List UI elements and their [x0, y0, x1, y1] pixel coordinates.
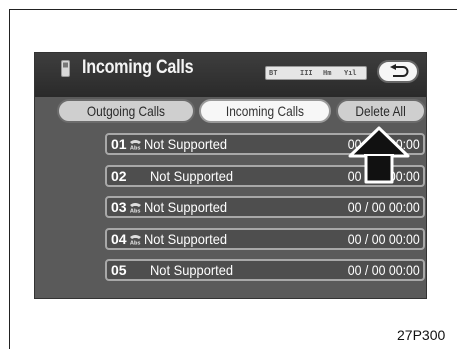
call-number: 05	[111, 262, 127, 278]
tab-incoming-calls[interactable]: Incoming Calls	[199, 99, 331, 123]
pointer-arrow-icon	[348, 126, 410, 184]
abs-phone-icon: Abs	[130, 234, 141, 245]
svg-text:Abs: Abs	[130, 240, 140, 245]
svg-text:Abs: Abs	[130, 209, 140, 214]
tab-outgoing-calls[interactable]: Outgoing Calls	[57, 99, 195, 123]
abs-phone-icon: Abs	[130, 203, 141, 214]
call-row-03[interactable]: 03 Abs Not Supported 00 / 00 00:00	[105, 196, 425, 218]
caller-name: Not Supported	[150, 262, 234, 278]
call-number: 02	[111, 167, 127, 184]
home-network-indicator: Hm	[323, 69, 332, 77]
call-row-04[interactable]: 04 Abs Not Supported 00 / 00 00:00	[105, 227, 425, 250]
call-timestamp: 00 / 00 00:00	[348, 262, 420, 278]
svg-text:Abs: Abs	[130, 146, 140, 151]
bluetooth-indicator: BT	[269, 69, 278, 77]
call-number: 01	[111, 136, 127, 152]
page-title: Incoming Calls	[82, 57, 194, 78]
delete-all-button[interactable]: Delete All	[336, 99, 426, 123]
battery-indicator: III	[300, 69, 313, 77]
call-number: 04	[111, 230, 127, 247]
screen-header: Incoming Calls BT III Hm Yıl	[35, 53, 426, 97]
caller-name: Not Supported	[144, 199, 228, 215]
return-arrow-icon	[390, 64, 409, 77]
status-bar: BT III Hm Yıl	[265, 66, 367, 80]
back-button[interactable]	[377, 60, 419, 83]
figure-caption: 27P300	[397, 327, 446, 343]
abs-phone-icon: Abs	[130, 140, 141, 151]
caller-name: Not Supported	[144, 136, 228, 152]
call-timestamp: 00 / 00 00:00	[348, 199, 420, 215]
phone-icon	[61, 60, 70, 77]
call-row-05[interactable]: 05 Not Supported 00 / 00 00:00	[105, 259, 425, 281]
caller-name: Not Supported	[150, 167, 234, 184]
caller-name: Not Supported	[144, 230, 228, 247]
call-timestamp: 00 / 00 00:00	[348, 230, 420, 247]
call-number: 03	[111, 199, 127, 215]
signal-strength-icon: Yıl	[344, 69, 357, 77]
